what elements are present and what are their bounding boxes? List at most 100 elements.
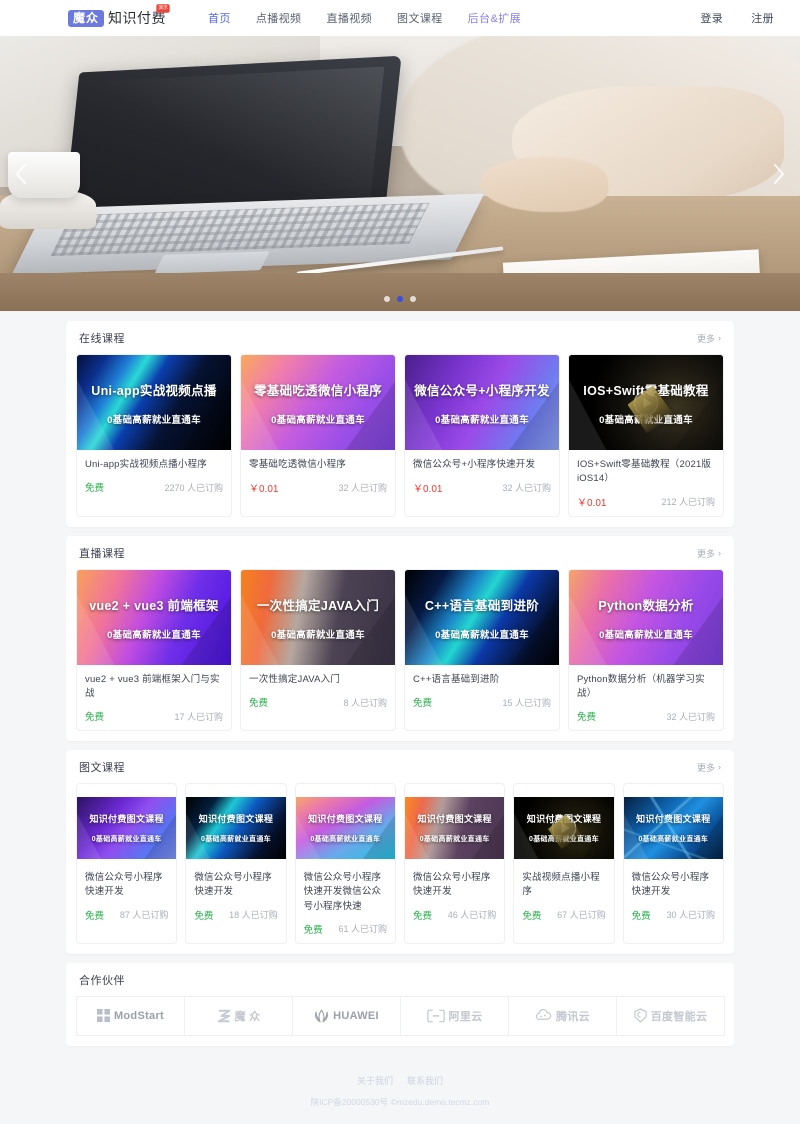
course-meta: 免费 61 人已订购 (304, 922, 387, 936)
thumb-text: 知识付费图文课程 0基础高薪就业直通车 (296, 797, 395, 859)
play-icon (633, 390, 659, 416)
course-card[interactable]: vue2 + vue3 前端框架 0基础高薪就业直通车 vue2 + vue3 前端… (76, 569, 232, 731)
course-card[interactable]: 知识付费图文课程 0基础高薪就业直通车 微信公众号小程序快速开发 免费 30 人已订购 (622, 783, 724, 944)
partner-logo-1[interactable]: 魔 众 (184, 995, 293, 1036)
section-header: 直播课程 更多 › (76, 545, 724, 569)
course-thumbnail: 知识付费图文课程 0基础高薪就业直通车 (186, 797, 286, 859)
course-card[interactable]: IOS+Swift零基础教程 0基础高薪就业直通车 IOS+Swift零基础教程（2… (568, 354, 724, 517)
course-card[interactable]: Uni-app实战视频点播 0基础高薪就业直通车 Uni-app实战视频点播小程序免… (76, 354, 232, 517)
course-grid: Uni-app实战视频点播 0基础高薪就业直通车 Uni-app实战视频点播小程序免… (76, 354, 724, 517)
thumb-subtitle: 0基础高薪就业直通车 (107, 414, 201, 426)
nav-item-3[interactable]: 图文课程 (397, 10, 443, 26)
course-card-body: vue2 + vue3 前端框架入门与实战 免费 17 人已订购 (77, 665, 231, 730)
course-order-count: 30 人已订购 (666, 910, 715, 920)
course-thumbnail: 知识付费图文课程 0基础高薪就业直通车 (514, 797, 614, 859)
course-card[interactable]: C++语言基础到进阶 0基础高薪就业直通车 C++语言基础到进阶 免费 15 人已订购 (404, 569, 560, 731)
course-title: 零基础吃透微信小程序 (249, 459, 347, 471)
partners-section: 合作伙伴 ModStart 魔 众 HUAWEI 阿里云 腾讯云 百度智能云 (66, 962, 734, 1046)
course-card[interactable]: 零基础吃透微信小程序 0基础高薪就业直通车 零基础吃透微信小程序 ￥0.01 32 人已… (240, 354, 396, 517)
course-card-body: 一次性搞定JAVA入门免费 8 人已订购 (241, 665, 395, 716)
course-order-count: 32 人已订购 (502, 483, 551, 494)
course-card-body: 实战视频点播小程序 免费 67 人已订购 (514, 871, 613, 929)
partner-label: 阿里云 (448, 1010, 483, 1023)
course-title: 一次性搞定JAVA入门 (249, 674, 341, 686)
course-order-count: 32 人已订购 (666, 711, 715, 722)
carousel-dot-1[interactable] (397, 296, 403, 302)
partners-head: 合作伙伴 (76, 972, 724, 996)
hero-carousel[interactable] (0, 36, 800, 311)
course-meta: ￥0.01 32 人已订购 (249, 480, 387, 495)
main-nav: 首页 点播视频 直播视频 图文课程 后台&扩展 (208, 10, 521, 26)
carousel-prev-button[interactable] (6, 154, 36, 194)
nav-item-4[interactable]: 后台&扩展 (468, 10, 521, 26)
section-more-link[interactable]: 更多 › (697, 547, 721, 560)
footer-link-0[interactable]: 关于我们 (357, 1074, 393, 1087)
course-card[interactable]: 知识付费图文课程 0基础高薪就业直通车 微信公众号小程序快速开发 免费 46 人已订购 (403, 783, 506, 944)
footer-link-1[interactable]: 联系我们 (407, 1074, 443, 1087)
register-link[interactable]: 注册 (751, 10, 774, 26)
thumb-subtitle: 0基础高薪就业直通车 (638, 836, 709, 843)
nav-item-1[interactable]: 点播视频 (256, 10, 302, 26)
course-meta: 免费 32 人已订购 (577, 709, 715, 724)
course-section-2: 图文课程 更多 › 知识付费图文课程 0基础高薪就业直通车 微信公众号小程序快速开发 免费 8… (66, 750, 734, 954)
thumb-subtitle: 0基础高薪就业直通车 (599, 629, 693, 641)
thumb-title: Python数据分析 (598, 598, 694, 613)
partner-logo-5[interactable]: 百度智能云 (616, 995, 725, 1036)
course-card-body: 微信公众号小程序快速开发 免费 30 人已订购 (624, 871, 723, 929)
partner-logo-4[interactable]: 腾讯云 (508, 995, 617, 1036)
course-price: 免费 (303, 924, 323, 936)
thumb-title: vue2 + vue3 前端框架 (89, 598, 219, 613)
course-meta: 免费 8 人已订购 (249, 695, 387, 710)
thumb-facet-overlay (623, 797, 723, 859)
carousel-dot-2[interactable] (410, 296, 416, 302)
site-footer: 关于我们 联系我们 陕ICP备20000530号 ©mzedu.demo.tecm… (66, 1060, 734, 1124)
course-card[interactable]: 知识付费图文课程 0基础高薪就业直通车实战视频点播小程序 免费 67 人已订购 (513, 783, 615, 944)
course-card[interactable]: 知识付费图文课程 0基础高薪就业直通车 微信公众号小程序快速开发 免费 87 人已订购 (76, 783, 178, 944)
thumb-text: 微信公众号+小程序开发 0基础高薪就业直通车 (405, 355, 559, 450)
course-card[interactable]: Python数据分析 0基础高薪就业直通车 Python数据分析（机器学习实战） 免费… (568, 569, 724, 731)
thumb-title: 知识付费图文课程 (417, 814, 492, 824)
carousel-dot-0[interactable] (384, 296, 390, 302)
course-card-body: IOS+Swift零基础教程（2021版iOS14） ￥0.01 212 人已订购 (569, 450, 723, 516)
section-more-label: 更多 (696, 548, 715, 559)
aliyun-bracket-icon (426, 1009, 445, 1023)
thumb-text: 知识付费图文课程 0基础高薪就业直通车 (405, 797, 504, 859)
course-card[interactable]: 一次性搞定JAVA入门 0基础高薪就业直通车 一次性搞定JAVA入门 免费 8 人已订购 (240, 569, 396, 731)
section-title: 图文课程 (79, 762, 125, 774)
course-section-1: 直播课程 更多 › vue2 + vue3 前端框架 0基础高薪就业直通车 vue2 + … (66, 536, 734, 741)
partner-logo-2[interactable]: HUAWEI (292, 995, 401, 1036)
course-price: 免费 (194, 910, 214, 922)
brand-logo[interactable]: 魔众 知识付费 演示 (68, 4, 170, 28)
course-order-count: 15 人已订购 (502, 697, 551, 708)
course-card-body: 微信公众号小程序快速开发微信公众号小程序快速 免费 61 人已订购 (296, 871, 395, 943)
footer-copyright: 陕ICP备20000530号 ©mzedu.demo.tecmz.com (310, 1096, 490, 1107)
course-order-count: 8 人已订购 (343, 697, 387, 708)
partner-label: 腾讯云 (556, 1010, 590, 1023)
section-more-link[interactable]: 更多 › (697, 332, 721, 345)
course-card[interactable]: 知识付费图文课程 0基础高薪就业直通车 微信公众号小程序快速开发 免费 18 人已订购 (185, 783, 287, 944)
course-meta: 免费 17 人已订购 (85, 709, 223, 724)
login-link[interactable]: 登录 (700, 10, 723, 26)
carousel-next-button[interactable] (764, 154, 794, 194)
thumb-title: Uni-app实战视频点播 (91, 383, 217, 398)
partner-logo-0[interactable]: ModStart (76, 995, 185, 1036)
course-thumbnail: 微信公众号+小程序开发 0基础高薪就业直通车 (405, 355, 559, 451)
thumb-title: 知识付费图文课程 (308, 814, 383, 824)
thumb-text: vue2 + vue3 前端框架 0基础高薪就业直通车 (77, 570, 231, 665)
course-price: 免费 (631, 910, 651, 922)
modstart-grid-icon (96, 1009, 110, 1023)
thumb-title: 微信公众号+小程序开发 (414, 383, 550, 398)
partner-logo-3[interactable]: 阿里云 (400, 995, 509, 1036)
course-title: C++语言基础到进阶 (413, 674, 500, 686)
thumb-subtitle: 0基础高薪就业直通车 (91, 836, 162, 843)
chevron-right-icon (774, 163, 784, 184)
course-card[interactable]: 知识付费图文课程 0基础高薪就业直通车微信公众号小程序快速开发微信公众号小程序快速… (294, 783, 396, 944)
nav-item-2[interactable]: 直播视频 (326, 10, 372, 26)
course-panel: 直播课程 更多 › vue2 + vue3 前端框架 0基础高薪就业直通车 vue2 + … (66, 536, 734, 741)
nav-item-0[interactable]: 首页 (208, 10, 231, 26)
section-more-link[interactable]: 更多 › (697, 761, 721, 774)
huawei-flower-icon (314, 1009, 329, 1023)
course-order-count: 2270 人已订购 (164, 482, 223, 493)
course-card[interactable]: 微信公众号+小程序开发 0基础高薪就业直通车 微信公众号+小程序快速开发 ￥0.01 3… (404, 354, 560, 517)
thumb-text: C++语言基础到进阶 0基础高薪就业直通车 (405, 570, 559, 665)
